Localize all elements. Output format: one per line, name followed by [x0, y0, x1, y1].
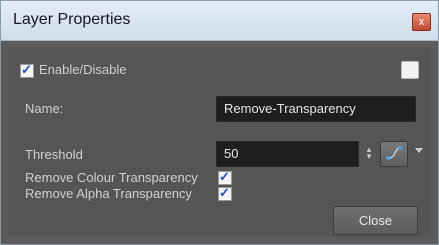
enable-checkbox[interactable]: ✓	[20, 62, 34, 78]
close-icon[interactable]: x	[412, 13, 431, 31]
threshold-field[interactable]: 50	[216, 141, 359, 167]
close-button[interactable]: Close	[333, 206, 418, 235]
threshold-stepper[interactable]: ▴ ▾	[365, 145, 373, 161]
spin-down-icon[interactable]: ▾	[365, 152, 373, 161]
check-icon: ✓	[219, 185, 230, 200]
remove-alpha-checkbox[interactable]: ✓	[218, 185, 232, 201]
remove-colour-label: Remove Colour Transparency	[25, 170, 198, 185]
color-swatch-icon[interactable]	[401, 61, 419, 79]
remove-colour-checkbox[interactable]: ✓	[218, 169, 232, 185]
enable-label: Enable/Disable	[39, 62, 127, 77]
title-bar: Layer Properties x	[1, 1, 438, 41]
layer-properties-dialog: Layer Properties x ✓ Enable/Disable Name…	[0, 0, 439, 245]
dialog-body: ✓ Enable/Disable Name: Remove-Transparen…	[8, 47, 431, 237]
name-field[interactable]: Remove-Transparency	[216, 96, 416, 122]
name-label: Name:	[25, 101, 64, 116]
curve-icon	[386, 146, 402, 160]
threshold-label: Threshold	[25, 147, 83, 162]
remove-alpha-label: Remove Alpha Transparency	[25, 186, 192, 201]
check-icon: ✓	[21, 62, 32, 77]
curve-button[interactable]	[380, 141, 408, 167]
check-icon: ✓	[219, 169, 230, 184]
chevron-down-icon[interactable]	[415, 148, 423, 153]
window-title: Layer Properties	[13, 11, 131, 28]
